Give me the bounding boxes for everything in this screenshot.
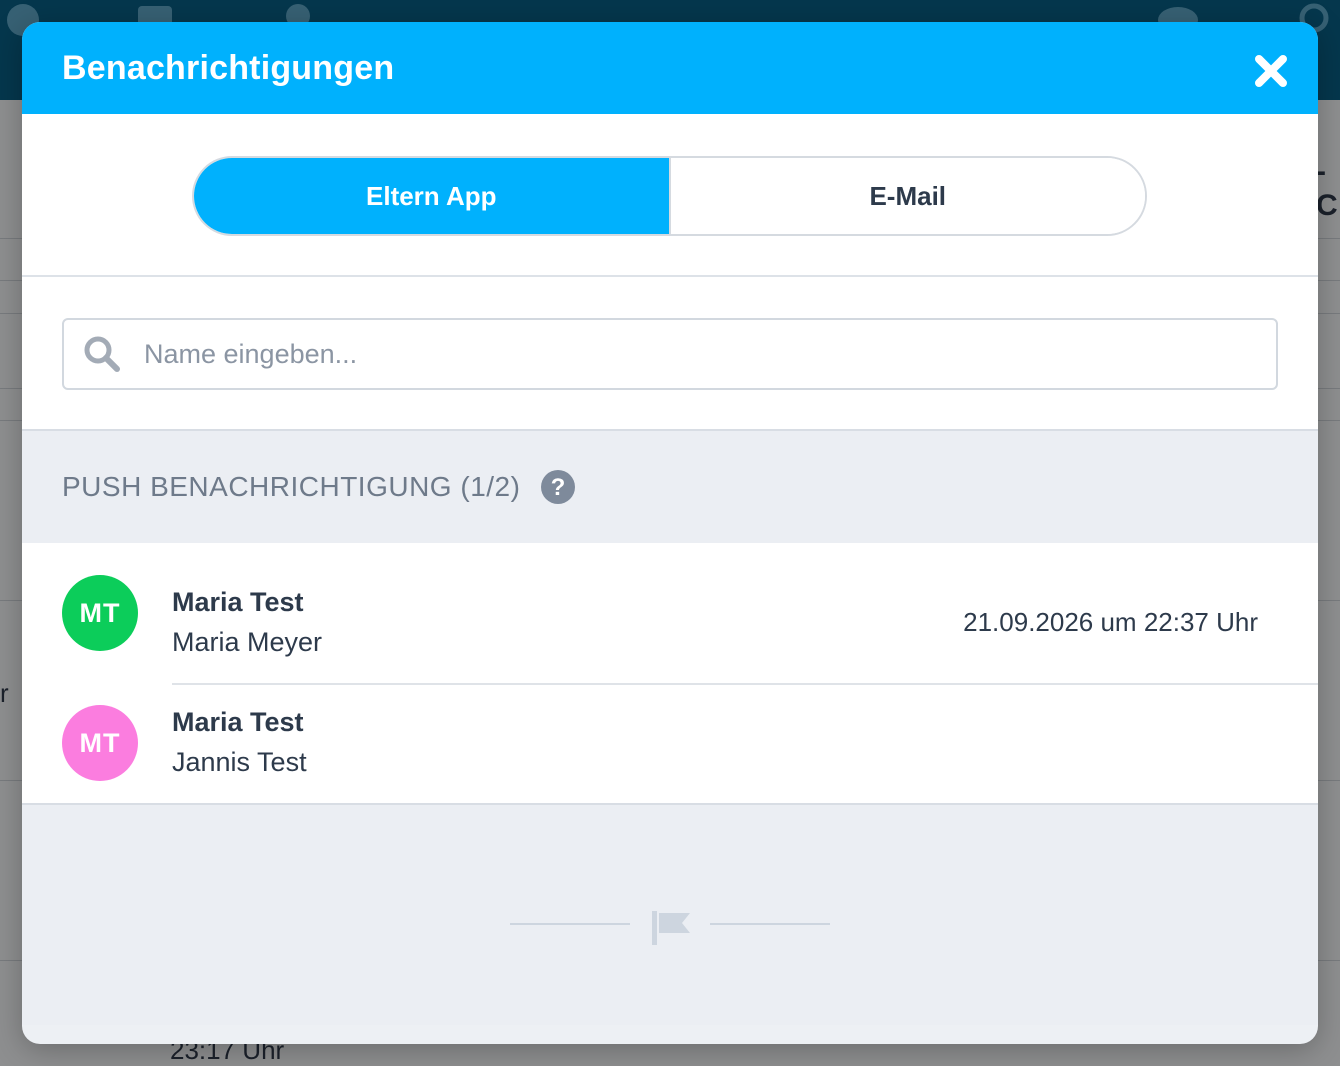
close-icon[interactable] (1252, 52, 1290, 90)
tab-e-mail[interactable]: E-Mail (668, 158, 1145, 234)
search-input[interactable] (144, 338, 1244, 370)
notifications-modal: Benachrichtigungen Eltern App E-Mail PUS… (22, 22, 1318, 1044)
modal-title: Benachrichtigungen (62, 48, 395, 87)
flag-icon (652, 911, 690, 945)
list-item-name: Maria Test (172, 707, 304, 737)
list-item-name: Maria Test (172, 587, 304, 617)
search-area (22, 277, 1318, 431)
list-item-subname: Maria Meyer (172, 627, 323, 657)
end-line-right (710, 923, 830, 925)
notification-list: MT Maria Test Maria Meyer 21.09.2026 um … (22, 543, 1318, 803)
channel-tabs: Eltern App E-Mail (192, 156, 1147, 236)
list-item[interactable]: MT Maria Test Maria Meyer 21.09.2026 um … (22, 543, 1318, 683)
list-item-subname: Jannis Test (172, 747, 307, 777)
modal-header: Benachrichtigungen (22, 22, 1318, 114)
list-end-footer (22, 805, 1318, 1025)
section-header: PUSH BENACHRICHTIGUNG (1/2) ? (22, 431, 1318, 543)
svg-text:?: ? (551, 474, 566, 501)
help-icon[interactable]: ? (540, 469, 576, 505)
avatar: MT (62, 575, 138, 651)
search-box[interactable] (62, 318, 1278, 390)
end-line-left (510, 923, 630, 925)
section-title: PUSH BENACHRICHTIGUNG (1/2) (62, 471, 521, 502)
tab-eltern-app[interactable]: Eltern App (194, 158, 669, 234)
list-item[interactable]: MT Maria Test Jannis Test (22, 683, 1318, 803)
row-divider (172, 683, 1318, 685)
search-icon (84, 336, 120, 372)
list-item-timestamp: 21.09.2026 um 22:37 Uhr (963, 607, 1258, 637)
tabs-area: Eltern App E-Mail (22, 114, 1318, 277)
avatar: MT (62, 705, 138, 781)
